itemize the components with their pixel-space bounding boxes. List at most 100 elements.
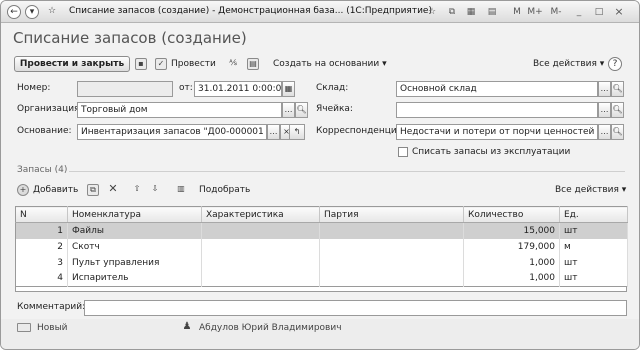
row-item[interactable]: Испаритель: [67, 270, 202, 287]
back-icon[interactable]: ←: [7, 5, 21, 19]
row-characteristic[interactable]: [201, 254, 320, 271]
row-number: 3: [15, 254, 68, 271]
table-row[interactable]: 3 Пульт управления 1,000 шт: [15, 254, 628, 271]
comment-field[interactable]: [84, 300, 627, 316]
add-icon[interactable]: +: [17, 184, 29, 196]
warehouse-open-icon[interactable]: 🔍︎: [611, 81, 624, 97]
row-batch[interactable]: [319, 270, 464, 287]
organization-select-button[interactable]: …: [282, 102, 295, 118]
row-unit[interactable]: шт: [559, 270, 628, 287]
cell-field[interactable]: [396, 102, 598, 118]
table-row[interactable]: 4 Испаритель 1,000 шт: [15, 270, 628, 287]
table-row[interactable]: 2 Скотч 179,000 м: [15, 238, 628, 255]
table-row[interactable]: 1 Файлы 15,000 шт: [15, 222, 628, 239]
column-header-unit[interactable]: Ед.: [559, 206, 628, 223]
title-bar: ← ▾ ☆ Списание запасов (создание) - Демо…: [1, 1, 639, 23]
column-header-batch[interactable]: Партия: [319, 206, 464, 223]
grid-icon[interactable]: ▦: [465, 5, 477, 19]
row-unit[interactable]: м: [559, 238, 628, 255]
correspondence-select-button[interactable]: …: [598, 124, 611, 140]
print-icon[interactable]: ▤: [486, 5, 498, 19]
row-batch[interactable]: [319, 238, 464, 255]
star-icon[interactable]: ☆: [45, 5, 59, 19]
user-icon: ♟: [182, 321, 192, 332]
cell-open-icon[interactable]: 🔍︎: [611, 102, 624, 118]
row-quantity[interactable]: 1,000: [463, 254, 560, 271]
favorite-icon[interactable]: ☆: [426, 5, 438, 19]
row-number: 1: [15, 222, 68, 239]
row-quantity[interactable]: 1,000: [463, 270, 560, 287]
link-icon[interactable]: ⧉: [446, 5, 458, 19]
organization-label: Организация:: [17, 104, 83, 114]
column-header-item[interactable]: Номенклатура: [67, 206, 202, 223]
window-title: Списание запасов (создание) - Демонстрац…: [69, 6, 432, 16]
stock-section-title: Запасы (4): [17, 165, 68, 175]
row-quantity[interactable]: 179,000: [463, 238, 560, 255]
column-header-quantity[interactable]: Количество: [463, 206, 560, 223]
close-icon[interactable]: ×: [613, 5, 625, 19]
basis-field[interactable]: Инвентаризация запасов "Д00-000001 от: [77, 124, 267, 140]
correspondence-label: Корреспонденция:: [316, 126, 406, 136]
memory-icon[interactable]: M: [511, 5, 523, 19]
warehouse-select-button[interactable]: …: [598, 81, 611, 97]
move-down-icon[interactable]: ⇩: [149, 184, 161, 196]
post-and-close-button[interactable]: Провести и закрыть: [14, 56, 130, 72]
stock-all-actions-menu[interactable]: Все действия ▾: [555, 182, 626, 198]
row-item[interactable]: Пульт управления: [67, 254, 202, 271]
document-state-icon: [17, 323, 31, 332]
barcode-icon[interactable]: ▥: [175, 184, 187, 196]
basis-select-button[interactable]: …: [267, 124, 280, 140]
table-header: N Номенклатура Характеристика Партия Кол…: [15, 206, 628, 223]
correspondence-field[interactable]: Недостачи и потери от порчи ценностей: [396, 124, 598, 140]
row-characteristic[interactable]: [201, 270, 320, 287]
stock-table: N Номенклатура Характеристика Партия Кол…: [15, 206, 628, 287]
writeoff-checkbox[interactable]: [398, 147, 408, 157]
number-label: Номер:: [17, 83, 51, 93]
row-batch[interactable]: [319, 222, 464, 239]
post-button[interactable]: Провести: [171, 56, 216, 72]
writeoff-label: Списать запасы из эксплуатации: [412, 147, 571, 157]
minimize-icon[interactable]: _: [573, 5, 585, 19]
warehouse-label: Склад:: [316, 83, 349, 93]
cell-select-button[interactable]: …: [598, 102, 611, 118]
delete-icon[interactable]: ✕: [107, 183, 119, 196]
create-based-on-menu[interactable]: Создать на основании ▾: [273, 56, 387, 72]
calendar-icon[interactable]: ▦: [282, 81, 295, 97]
memory-plus-icon[interactable]: M+: [527, 5, 543, 19]
organization-open-icon[interactable]: 🔍︎: [295, 102, 308, 118]
section-divider: [69, 171, 625, 172]
copy-icon[interactable]: ⧉: [87, 184, 99, 196]
number-field[interactable]: [77, 81, 173, 97]
row-number: 2: [15, 238, 68, 255]
add-row-button[interactable]: Добавить: [33, 182, 78, 198]
structure-icon[interactable]: ⅍: [227, 58, 239, 70]
warehouse-field[interactable]: Основной склад: [396, 81, 598, 97]
row-characteristic[interactable]: [201, 222, 320, 239]
row-item[interactable]: Скотч: [67, 238, 202, 255]
main-window: ← ▾ ☆ Списание запасов (создание) - Демо…: [0, 0, 640, 350]
save-icon[interactable]: ▪: [135, 58, 147, 70]
all-actions-menu[interactable]: Все действия ▾: [533, 56, 604, 72]
column-header-characteristic[interactable]: Характеристика: [201, 206, 320, 223]
row-characteristic[interactable]: [201, 238, 320, 255]
organization-field[interactable]: Торговый дом: [77, 102, 282, 118]
row-quantity[interactable]: 15,000: [463, 222, 560, 239]
correspondence-open-icon[interactable]: 🔍︎: [611, 124, 624, 140]
row-unit[interactable]: шт: [559, 222, 628, 239]
move-up-icon[interactable]: ⇧: [131, 184, 143, 196]
date-field[interactable]: 31.01.2011 0:00:00: [194, 81, 282, 97]
row-item[interactable]: Файлы: [67, 222, 202, 239]
pick-button[interactable]: Подобрать: [199, 182, 250, 198]
print-doc-icon[interactable]: ▤: [247, 58, 259, 70]
maximize-icon[interactable]: □: [593, 5, 605, 19]
form-title: Списание запасов (создание): [13, 29, 247, 47]
row-unit[interactable]: шт: [559, 254, 628, 271]
column-header-number[interactable]: N: [15, 206, 68, 223]
fill-by-basis-icon[interactable]: ↰: [289, 124, 305, 140]
menu-icon[interactable]: ▾: [25, 5, 39, 19]
post-icon[interactable]: ✓: [155, 58, 167, 70]
document-state: Новый: [37, 323, 68, 333]
help-icon[interactable]: ?: [608, 57, 622, 71]
row-batch[interactable]: [319, 254, 464, 271]
memory-minus-icon[interactable]: M-: [548, 5, 564, 19]
